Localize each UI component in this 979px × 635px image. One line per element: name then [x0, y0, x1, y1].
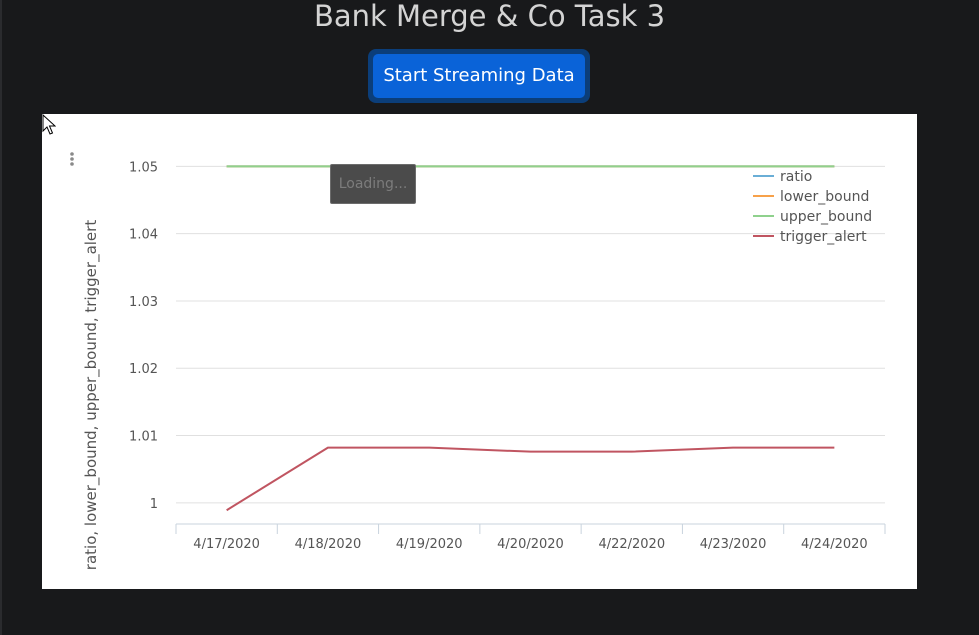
line-chart: 1 1.01 1.02 1.03 1.04 1.05 4/17/2020 4/18/2020…	[70, 152, 886, 571]
loading-tooltip: Loading...	[330, 164, 416, 204]
x-tick-label: 4/22/2020	[598, 537, 665, 552]
chart-panel: 1 1.01 1.02 1.03 1.04 1.05 4/17/2020 4/18/2020…	[42, 114, 917, 589]
y-tick-label: 1.02	[129, 362, 158, 377]
y-tick-label: 1	[150, 497, 158, 512]
y-axis-label: ratio, lower_bound, upper_bound, trigger…	[82, 220, 101, 571]
y-tick-label: 1.05	[129, 160, 158, 175]
x-tick-label: 4/23/2020	[700, 537, 767, 552]
y-tick-label: 1.03	[129, 295, 158, 310]
x-tick-label: 4/24/2020	[801, 537, 868, 552]
x-tick-label: 4/20/2020	[497, 537, 564, 552]
legend-item-upper-bound: upper_bound	[780, 209, 872, 225]
x-tick-label: 4/18/2020	[295, 537, 362, 552]
vertical-ellipsis-icon[interactable]	[70, 152, 74, 166]
legend-item-trigger-alert: trigger_alert	[780, 229, 867, 245]
x-tick-label: 4/17/2020	[193, 537, 260, 552]
y-tick-label: 1.04	[129, 228, 158, 243]
legend-item-lower-bound: lower_bound	[780, 189, 869, 205]
page-title: Bank Merge & Co Task 3	[313, 0, 666, 33]
series-line-trigger-alert	[226, 446, 835, 512]
legend-item-ratio: ratio	[780, 169, 812, 185]
x-tick-label: 4/19/2020	[396, 537, 463, 552]
mouse-cursor-icon	[42, 114, 56, 135]
start-streaming-button[interactable]: Start Streaming Data	[373, 54, 585, 98]
y-tick-label: 1.01	[129, 430, 158, 445]
window-left-edge	[0, 0, 2, 635]
